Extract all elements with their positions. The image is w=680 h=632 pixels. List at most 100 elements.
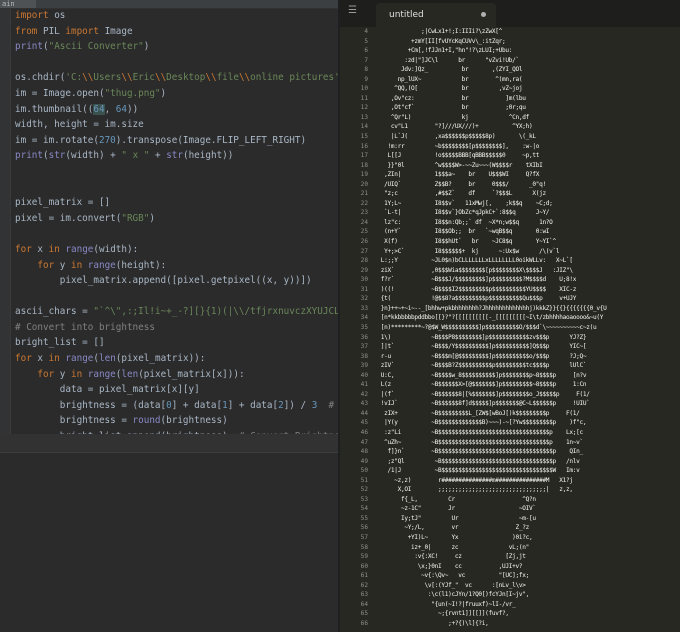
line-number: 59 xyxy=(360,553,368,561)
line-number: 8 xyxy=(364,66,368,74)
line-number: 14 xyxy=(360,123,368,131)
ascii-art-line: L[[J !o$$$$$BBB[qBBB$$$$$0 ~p,tt xyxy=(374,152,540,160)
ascii-art-text-area[interactable]: ;|CwLx1+!;I:IIIi?\zZwX[^ +zmY[II[fvUYcKq… xyxy=(374,27,680,628)
code-line[interactable]: width, height = im.size xyxy=(15,117,338,133)
ascii-art-line: |(f` ~B$$$$$$8|[%$$$$$$$]p$$$$$$$$o_J$$$… xyxy=(374,390,590,398)
code-line[interactable]: import os xyxy=(15,8,338,24)
line-number: 45 xyxy=(360,419,368,427)
ascii-art-line: \x;}0nI cc ,UJI+v? xyxy=(374,562,523,570)
code-line[interactable]: from PIL import Image xyxy=(15,24,338,40)
python-code-area[interactable]: import os from PIL import Image print("Asc… xyxy=(15,8,338,460)
ascii-art-line: ,Ot"cf` br ;0r;qu xyxy=(374,104,526,112)
code-line[interactable]: for y in range(len(pixel_matrix[x])): xyxy=(15,367,338,383)
ascii-art-line: ^QQ,(O[ br ,vZ~joj xyxy=(374,85,523,93)
code-line[interactable]: brightness = round(brightness) xyxy=(15,413,338,429)
code-line[interactable]: for y in range(height): xyxy=(15,258,338,274)
ascii-art-line: :zd|"]JC\l br "vZvi!Ub/` xyxy=(374,56,519,64)
ascii-art-line: ^Qr"L) kj ^Cn,df xyxy=(374,113,529,121)
ascii-art-line: ~v{:\Qv~ vc "[UC];fx; xyxy=(374,572,529,580)
code-token: str xyxy=(48,150,66,162)
code-line[interactable]: for x in range(width): xyxy=(15,242,338,258)
code-token: ).transpose(Image.FLIP_LEFT_RIGHT) xyxy=(115,134,307,146)
code-line[interactable]: print("Ascii Converter") xyxy=(15,39,338,55)
line-number: 62 xyxy=(360,581,368,589)
ascii-art-line: [n*kkbbbbbpddbbo[[}?"?[[[[[[[[[[-_[[[[[[… xyxy=(374,314,604,322)
code-line[interactable]: pixel_matrix.append([pixel.getpixel((x, … xyxy=(15,273,338,289)
line-number: 64 xyxy=(360,600,368,608)
code-token: str xyxy=(166,150,183,162)
ascii-art-line: f{_L, Cr ^Q?n xyxy=(374,495,536,503)
python-file-tab[interactable]: ain xyxy=(0,0,36,8)
code-line[interactable] xyxy=(15,226,338,242)
code-line[interactable] xyxy=(15,164,338,180)
code-line[interactable]: brightness = (data[0] + data[1] + data[2… xyxy=(15,398,338,414)
code-token: 270 xyxy=(98,134,116,146)
ascii-art-line: L(z ~B$$$$$$X>[@$$$$$$$]p$$$$$$$$$~8$$$$… xyxy=(374,381,587,389)
line-number: 4 xyxy=(364,28,368,35)
code-line[interactable]: im = im.rotate(270).transpose(Image.FLIP… xyxy=(15,133,338,149)
line-number: 47 xyxy=(360,438,368,446)
ascii-art-line: Iy;tJ" Ur ~m-[u xyxy=(374,514,536,522)
code-line[interactable]: im.thumbnail((64, 64)) xyxy=(15,102,338,118)
code-token: y xyxy=(54,368,71,380)
python-console-area[interactable] xyxy=(0,452,338,632)
ascii-art-line: 1\) ~B$$$P8$$$$$$$$]p$$$$$$$$$$$$zv$$$p … xyxy=(374,333,587,341)
ascii-art-line: zIX+ ~B$$$$$$$$$L_[ZW$[wBoJ[)k$$$$$$$$$p… xyxy=(374,409,580,417)
line-number: 13 xyxy=(360,113,368,121)
ascii-art-line: \v[:(YJf_" vc :[nLv_l\v> xyxy=(374,581,526,589)
ascii-art-line: cv"L1 "?]///UX///)+ ^YX;h) xyxy=(374,123,533,131)
code-line[interactable]: print(str(width) + " x " + str(height)) xyxy=(15,148,338,164)
line-number: 33 xyxy=(360,304,368,312)
code-line[interactable]: ascii_chars = "`^\",:;Il!i~+_-?][}{1)(|\… xyxy=(15,304,338,320)
code-line[interactable]: # Convert into brightness xyxy=(15,320,338,336)
ascii-art-line: X(f) I8$$hUt` br ~JC8$q Y~YI`^ xyxy=(374,238,556,246)
python-editor-pane: ain import os from PIL import Image print(… xyxy=(0,0,338,632)
line-number: 34 xyxy=(360,314,368,322)
code-line[interactable] xyxy=(15,180,338,196)
code-token: \\ xyxy=(121,72,133,84)
code-token: "RGB" xyxy=(121,212,150,224)
code-line[interactable]: im = Image.open("thug.png") xyxy=(15,86,338,102)
line-number: 43 xyxy=(360,400,368,408)
line-number: 52 xyxy=(360,486,368,494)
code-line[interactable] xyxy=(15,55,338,71)
code-token: (width) + xyxy=(65,150,122,162)
unsaved-dot-icon[interactable] xyxy=(481,12,486,17)
hamburger-icon[interactable]: ☰ xyxy=(348,6,357,16)
ascii-editor-tabbar: ☰ untitled xyxy=(340,0,680,27)
code-line[interactable]: bright_list = [] xyxy=(15,335,338,351)
line-number: 49 xyxy=(360,457,368,465)
ascii-art-line: ~Y;/L, vr Z_?z xyxy=(374,524,529,532)
ascii-art-line: r-u ~B$$$m[@$$$$$$$$$]p$$$$$$$$$$o/$$$p … xyxy=(374,352,587,360)
line-number: 16 xyxy=(360,142,368,150)
line-number: 63 xyxy=(360,591,368,599)
line-number: 56 xyxy=(360,524,368,532)
ascii-art-line: +Cm[,!fJJn1+I,"hn"!?\zLUI;+Ubu: xyxy=(374,47,513,55)
code-token: in xyxy=(70,368,83,380)
line-number: 20 xyxy=(360,180,368,188)
tab-untitled[interactable]: untitled xyxy=(376,3,496,27)
ascii-art-line: ,Ov"cz: br ]m(lbu xyxy=(374,94,526,102)
line-number: 51 xyxy=(360,476,368,484)
python-editor-bottom-strip xyxy=(0,434,338,452)
line-number: 9 xyxy=(364,75,368,83)
line-number: 50 xyxy=(360,467,368,475)
code-line[interactable]: data = pixel_matrix[x][y] xyxy=(15,382,338,398)
code-token: data = pixel_matrix[x][y] xyxy=(15,384,200,396)
ascii-art-line: !m:rr ~b$$$$$$$$[p$$$$$$$$], :w-|o xyxy=(374,142,540,150)
code-line[interactable]: pixel_matrix = [] xyxy=(15,195,338,211)
code-token: PIL xyxy=(37,25,66,37)
ascii-art-line: np_lUX~ br ^(mn,ra( xyxy=(374,75,523,83)
code-line[interactable]: os.chdir('C:\\Users\\Eric\\Desktop\\file… xyxy=(15,70,338,86)
code-token: in xyxy=(48,353,60,365)
line-number: 40 xyxy=(360,371,368,379)
code-line[interactable]: for x in range(len(pixel_matrix)): xyxy=(15,351,338,367)
code-line[interactable] xyxy=(15,289,338,305)
ascii-art-line: ]|t` ~B$$$/Y$$$$$$$$$$]p$$$$$$$$$$]Q$$$p… xyxy=(374,343,587,351)
code-line[interactable]: pixel = im.convert("RGB") xyxy=(15,211,338,227)
code-token: x xyxy=(31,243,49,255)
code-token: for xyxy=(15,353,32,365)
code-token: brightness = (data[ xyxy=(15,399,167,411)
ascii-art-line: L:;;Y ~JL0$n)bCLLLLLLLxLLLLLLLL0oikWLLv:… xyxy=(374,257,573,265)
